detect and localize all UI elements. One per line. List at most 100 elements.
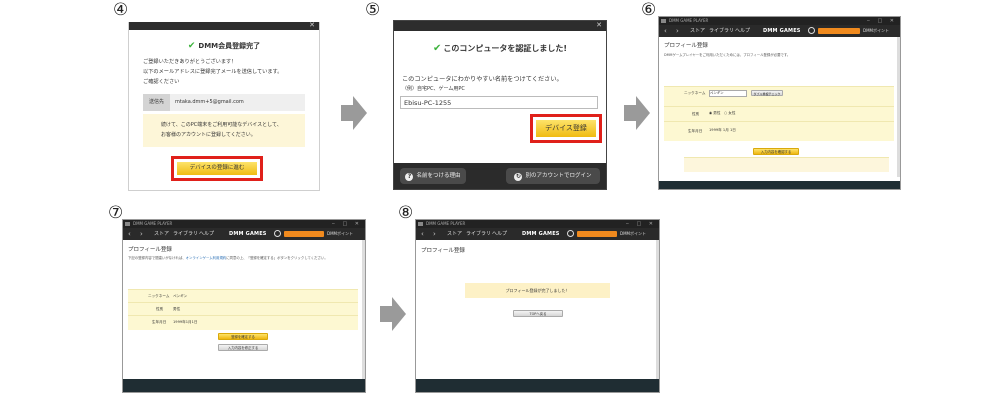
- nav-library[interactable]: ライブラリ: [173, 228, 198, 240]
- device-note: 続けて、このPC端末をご利用可能なデバイスとして、 お客様のアカウントに登録してく…: [143, 114, 305, 147]
- nickname-value: ペンギン: [173, 294, 188, 298]
- login-other-account-button[interactable]: ↻ 別のアカウントでログイン: [506, 168, 600, 184]
- back-icon[interactable]: ‹: [421, 228, 424, 240]
- back-icon[interactable]: ‹: [664, 25, 667, 37]
- device-name-input[interactable]: Ebisu-PC-1255: [400, 96, 598, 109]
- highlight-frame: デバイスの登録に進む: [171, 156, 263, 181]
- birthday-label: 生年月日: [688, 129, 703, 133]
- close-icon[interactable]: ✕: [309, 21, 315, 30]
- page-subtitle: DMMゲームプレイヤーをご利用いただくためには、プロフィール登録が必要です。: [664, 53, 791, 57]
- top-nav: ‹ › ストア ライブラリ ヘルプ DMM GAMES DMMポイント: [416, 228, 659, 240]
- gender-row: 性別 男性: [128, 302, 358, 316]
- scrollbar[interactable]: [897, 37, 900, 177]
- forward-icon[interactable]: ›: [433, 228, 436, 240]
- page-subtitle: 下記の登録内容で間違いがなければ、オンラインゲーム利用規約に同意の上、「登録を確…: [128, 256, 328, 260]
- nickname-check-button[interactable]: ダブル重複チェック: [751, 90, 783, 96]
- user-icon[interactable]: [274, 230, 281, 237]
- dmm-player-window: DMM GAME PLAYER ‒ □ ✕ ‹ › ストア ライブラリ ヘルプ …: [415, 219, 660, 393]
- gender-label: 性別: [692, 112, 700, 116]
- nickname-label: ニックネーム: [684, 91, 706, 95]
- highlight-frame: デバイス登録: [530, 114, 602, 143]
- nav-store[interactable]: ストア: [154, 228, 169, 240]
- name-example: （例）自宅PC、ゲーム用PC: [402, 86, 465, 92]
- window-controls-icon[interactable]: ‒ □ ✕: [626, 220, 656, 228]
- scrollbar[interactable]: [362, 240, 365, 380]
- dmm-games-logo: DMM GAMES: [229, 231, 267, 237]
- app-title: DMM GAME PLAYER: [669, 18, 709, 23]
- nav-library[interactable]: ライブラリ: [466, 228, 491, 240]
- points-label[interactable]: DMMポイント: [620, 228, 646, 240]
- dialog-title: ✔ DMM会員登録完了: [187, 41, 261, 51]
- page-title: プロフィール登録: [664, 43, 708, 49]
- step-number-4: ④: [113, 0, 129, 20]
- dialog-footer: ? 名前をつける理由 ↻ 別のアカウントでログイン: [394, 163, 606, 189]
- email-row: 送信先 mtaka.dmm+5@gmail.com: [143, 94, 305, 111]
- dmm-player-window: DMM GAME PLAYER ‒ □ ✕ ‹ › ストア ライブラリ ヘルプ …: [122, 219, 366, 393]
- app-title: DMM GAME PLAYER: [426, 221, 466, 226]
- arrow-right-icon: [341, 96, 367, 130]
- email-value: mtaka.dmm+5@gmail.com: [175, 99, 244, 105]
- gender-row: 性別 ◉ 男性 ○ 女性: [664, 106, 894, 122]
- dialog-message: このコンピュータにわかりやすい名前をつけてください。: [402, 76, 563, 83]
- app-titlebar: DMM GAME PLAYER ‒ □ ✕: [123, 220, 365, 228]
- top-nav: ‹ › ストア ライブラリ ヘルプ DMM GAMES DMMポイント: [659, 25, 900, 37]
- nav-help[interactable]: ヘルプ: [199, 228, 214, 240]
- back-to-top-button[interactable]: TOPへ戻る: [513, 310, 563, 317]
- proceed-device-registration-button[interactable]: デバイスの登録に進む: [177, 162, 257, 175]
- terms-link[interactable]: オンラインゲーム利用規約: [186, 256, 227, 260]
- confirm-input-button[interactable]: 入力内容を確認する: [753, 148, 799, 155]
- register-device-button[interactable]: デバイス登録: [536, 120, 596, 137]
- gender-value: 男性: [173, 307, 181, 311]
- nickname-input[interactable]: ペンギン: [709, 90, 747, 97]
- gender-female-radio[interactable]: ○ 女性: [724, 111, 735, 116]
- close-icon[interactable]: ✕: [596, 21, 602, 30]
- birthday-selects[interactable]: 1999年 1月 1日: [709, 128, 736, 133]
- dialog-title: ✔ このコンピュータを認証しました!: [432, 43, 568, 54]
- nav-store[interactable]: ストア: [447, 228, 462, 240]
- forward-icon[interactable]: ›: [676, 25, 679, 37]
- scrollbar[interactable]: [656, 240, 659, 380]
- user-icon[interactable]: [808, 27, 815, 34]
- step-number-8: ⑧: [398, 203, 414, 223]
- terms-note: [684, 157, 889, 172]
- dmm-games-logo: DMM GAMES: [522, 231, 560, 237]
- app-icon: [418, 222, 423, 226]
- nav-help[interactable]: ヘルプ: [735, 25, 750, 37]
- question-icon: ?: [405, 173, 414, 181]
- window-controls-icon[interactable]: ‒ □ ✕: [332, 220, 362, 228]
- window-bottom-bar: [123, 379, 365, 392]
- step-number-6: ⑥: [641, 0, 657, 20]
- points-label[interactable]: DMMポイント: [863, 25, 889, 37]
- edit-input-button[interactable]: 入力内容を修正する: [218, 344, 268, 351]
- completion-message: プロフィール登録が完了しました！: [465, 283, 610, 298]
- points-charge-button[interactable]: [284, 231, 324, 237]
- points-charge-button[interactable]: [577, 231, 617, 237]
- nav-help[interactable]: ヘルプ: [492, 228, 507, 240]
- forward-icon[interactable]: ›: [140, 228, 143, 240]
- arrow-right-icon: [624, 96, 650, 130]
- window-bottom-bar: [416, 379, 659, 392]
- dialog-message: ご登録いただきありがとうございます！ 以下のメールアドレスに登録完了メールを送信…: [143, 59, 283, 85]
- registration-complete-dialog: ✕ ✔ DMM会員登録完了 ご登録いただきありがとうございます！ 以下のメールアド…: [128, 21, 320, 191]
- arrow-right-icon: [380, 297, 406, 331]
- back-icon[interactable]: ‹: [128, 228, 131, 240]
- window-controls-icon[interactable]: ‒ □ ✕: [867, 17, 897, 25]
- gender-label: 性別: [156, 307, 164, 311]
- birthday-row: 生年月日 1999年 1月 1日: [664, 121, 894, 141]
- confirm-registration-button[interactable]: 登録を確定する: [218, 333, 268, 340]
- dialog-titlebar: ✕: [394, 21, 606, 31]
- checkmark-icon: ✔: [187, 41, 196, 51]
- nickname-row: ニックネーム ペンギン ダブル重複チェック: [664, 86, 894, 107]
- dmm-player-window: DMM GAME PLAYER ‒ □ ✕ ‹ › ストア ライブラリ ヘルプ …: [658, 16, 901, 190]
- gender-male-radio[interactable]: ◉ 男性: [709, 111, 720, 116]
- nav-library[interactable]: ライブラリ: [709, 25, 734, 37]
- top-nav: ‹ › ストア ライブラリ ヘルプ DMM GAMES DMMポイント: [123, 228, 365, 240]
- points-label[interactable]: DMMポイント: [327, 228, 353, 240]
- nav-store[interactable]: ストア: [690, 25, 705, 37]
- user-icon[interactable]: [567, 230, 574, 237]
- device-auth-dialog: ✕ ✔ このコンピュータを認証しました! このコンピュータにわかりやすい名前をつけ…: [393, 20, 607, 190]
- naming-reason-button[interactable]: ? 名前をつける理由: [400, 168, 466, 184]
- points-charge-button[interactable]: [818, 28, 860, 34]
- nickname-row: ニックネーム ペンギン: [128, 289, 358, 303]
- refresh-icon: ↻: [514, 173, 523, 181]
